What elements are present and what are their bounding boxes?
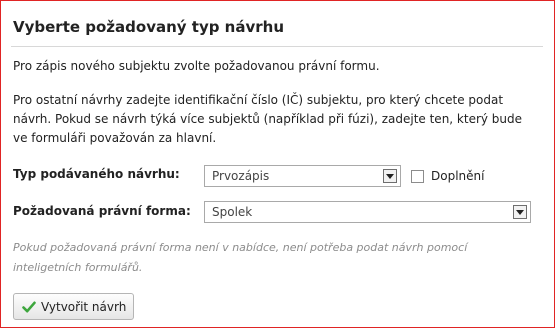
page-title: Vyberte požadovaný typ návrhu bbox=[13, 18, 285, 36]
supplement-checkbox-label[interactable]: Doplnění bbox=[431, 169, 484, 183]
intro-paragraph-2-line: ve formuláři považován za hlavní. bbox=[13, 131, 217, 145]
intro-paragraph-1: Pro zápis nového subjektu zvolte požadov… bbox=[13, 59, 380, 73]
check-icon bbox=[22, 301, 36, 313]
create-proposal-button[interactable]: Vytvořit návrh bbox=[13, 293, 134, 320]
proposal-type-label: Typ podávaného návrhu: bbox=[13, 167, 180, 181]
proposal-type-value: Prvozápis bbox=[212, 169, 270, 183]
legal-form-note-line: Pokud požadovaná právní forma není v nab… bbox=[13, 241, 468, 254]
chevron-down-icon[interactable] bbox=[383, 169, 397, 183]
legal-form-note: Pokud požadovaná právní forma není v nab… bbox=[13, 238, 467, 278]
legal-form-label: Požadovaná právní forma: bbox=[13, 204, 191, 218]
title-divider bbox=[11, 46, 543, 47]
supplement-checkbox[interactable] bbox=[411, 170, 424, 183]
intro-paragraph-2-line: Pro ostatní návrhy zadejte identifikační… bbox=[13, 93, 504, 107]
create-proposal-button-label: Vytvořit návrh bbox=[41, 300, 127, 314]
proposal-type-select[interactable]: Prvozápis bbox=[204, 165, 401, 187]
legal-form-select[interactable]: Spolek bbox=[204, 201, 531, 223]
proposal-type-panel: Vyberte požadovaný typ návrhu Pro zápis … bbox=[0, 0, 555, 328]
chevron-down-icon[interactable] bbox=[513, 205, 527, 219]
intro-paragraph-2: Pro ostatní návrhy zadejte identifikační… bbox=[13, 91, 522, 148]
legal-form-note-line: inteligetních formulářů. bbox=[13, 261, 143, 274]
legal-form-value: Spolek bbox=[212, 205, 253, 219]
intro-paragraph-2-line: návrh. Pokud se návrh týká více subjektů… bbox=[13, 112, 523, 126]
